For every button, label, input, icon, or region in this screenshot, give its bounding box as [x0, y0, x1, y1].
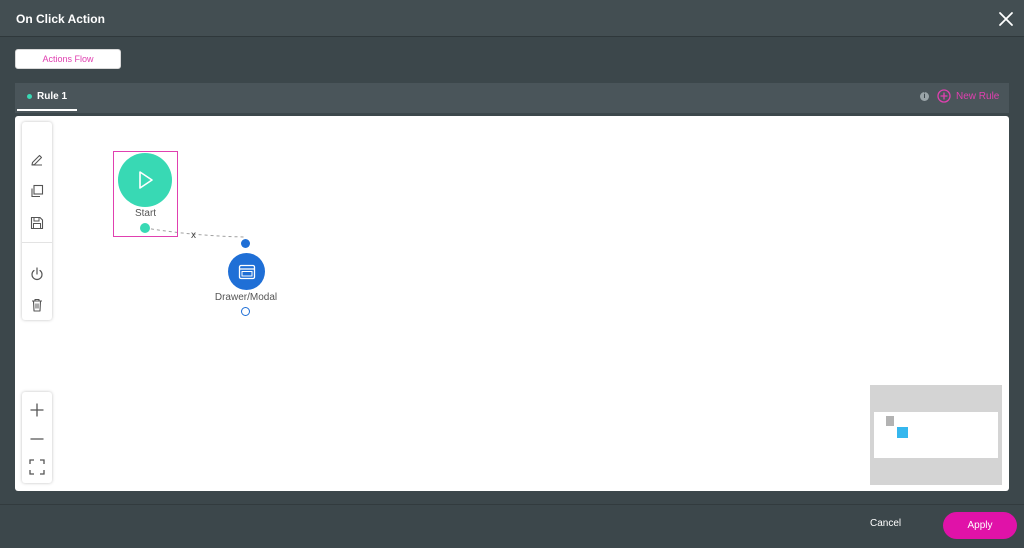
- flow-canvas[interactable]: Start x Drawer/Modal: [15, 116, 1009, 491]
- start-node[interactable]: [118, 153, 172, 207]
- rule-tab-label: Rule 1: [37, 90, 68, 102]
- drawer-modal-node[interactable]: [228, 253, 265, 290]
- rule-status-dot: [27, 93, 32, 99]
- drawer-modal-input-port[interactable]: [241, 239, 250, 248]
- minimap-drawer-modal-node: [897, 427, 908, 438]
- dialog-footer: Cancel Apply: [0, 504, 1024, 548]
- close-icon[interactable]: [996, 9, 1016, 29]
- dialog-header: On Click Action: [0, 0, 1024, 37]
- start-node-label: Start: [134, 208, 157, 219]
- on-click-action-dialog: On Click Action Actions Flow Rule 1 i Ne…: [0, 0, 1024, 548]
- drawer-modal-label: Drawer/Modal: [214, 292, 278, 303]
- add-circle-icon: [937, 89, 951, 103]
- minimap[interactable]: [870, 385, 1002, 485]
- apply-button[interactable]: Apply: [943, 512, 1017, 539]
- tab-rule-1[interactable]: Rule 1: [17, 83, 78, 111]
- remove-connection-icon[interactable]: x: [191, 230, 196, 241]
- cancel-button[interactable]: Cancel: [870, 518, 901, 529]
- actions-flow-tab[interactable]: Actions Flow: [15, 49, 121, 69]
- start-output-port[interactable]: [140, 223, 150, 233]
- new-rule-label: New Rule: [956, 90, 1000, 102]
- window-icon: [238, 264, 255, 279]
- rule-bar: Rule 1 i New Rule: [15, 83, 1009, 113]
- dialog-title: On Click Action: [16, 12, 105, 26]
- minimap-start-node: [886, 416, 894, 426]
- play-icon: [139, 171, 153, 189]
- drawer-modal-output-port[interactable]: [241, 307, 250, 316]
- info-icon[interactable]: i: [920, 92, 929, 101]
- new-rule-button[interactable]: New Rule: [937, 89, 999, 103]
